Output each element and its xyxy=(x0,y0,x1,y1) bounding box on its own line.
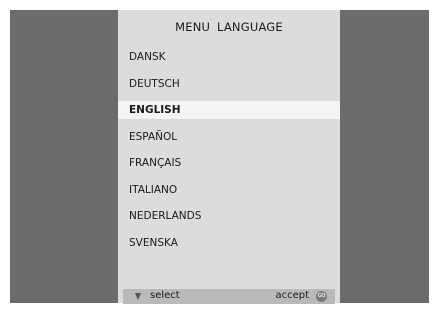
language-item-nederlands[interactable]: NEDERLANDS xyxy=(118,207,340,225)
go-button-icon: GO xyxy=(316,291,327,302)
language-item-dansk[interactable]: DANSK xyxy=(118,48,340,66)
language-list: DANSK DEUTSCH ENGLISH ESPAÑOL FRANÇAIS I… xyxy=(118,48,340,261)
language-item-deutsch[interactable]: DEUTSCH xyxy=(118,75,340,93)
down-arrow-icon xyxy=(135,293,141,300)
language-item-english[interactable]: ENGLISH xyxy=(118,101,340,120)
menu-title: MENU LANGUAGE xyxy=(175,20,283,34)
language-item-francais[interactable]: FRANÇAIS xyxy=(118,154,340,172)
language-item-espanol[interactable]: ESPAÑOL xyxy=(118,128,340,146)
language-item-svenska[interactable]: SVENSKA xyxy=(118,234,340,252)
menu-language-panel: MENU LANGUAGE DANSK DEUTSCH ENGLISH ESPA… xyxy=(118,10,340,304)
select-hint: select xyxy=(150,290,180,301)
language-item-italiano[interactable]: ITALIANO xyxy=(118,181,340,199)
status-bar: select accept GO xyxy=(123,289,335,304)
accept-hint: accept xyxy=(275,290,309,301)
tv-screen: MENU LANGUAGE DANSK DEUTSCH ENGLISH ESPA… xyxy=(10,10,429,304)
